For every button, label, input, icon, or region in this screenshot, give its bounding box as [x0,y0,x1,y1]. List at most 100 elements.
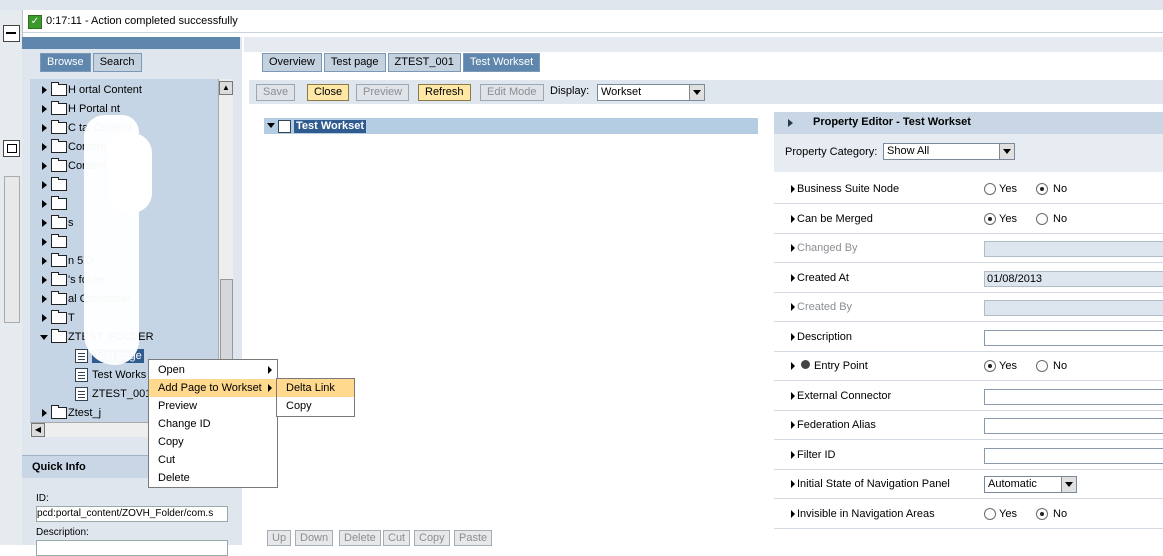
tree-node-label: s [68,217,74,229]
collapsed-arrow-icon[interactable] [42,124,47,132]
context-menu-item[interactable]: Preview [149,397,277,415]
edit-mode-button[interactable]: Edit Mode [480,84,544,101]
collapsed-arrow-icon[interactable] [42,314,47,322]
navigation-state-value: Automatic [988,478,1037,490]
collapsed-arrow-icon[interactable] [42,238,47,246]
expand-arrow-icon[interactable] [791,273,795,282]
tab-test-page[interactable]: Test page [323,53,386,72]
editor-header-bar [244,37,1163,52]
expand-arrow-icon[interactable] [267,123,275,128]
collapsed-arrow-icon[interactable] [42,276,47,284]
radio-no-label: No [1053,507,1068,520]
tree-node[interactable]: H ortal Content [30,81,218,99]
collapsed-arrow-icon[interactable] [42,295,47,303]
chevron-down-icon[interactable] [999,144,1014,159]
collapsed-arrow-icon[interactable] [42,143,47,151]
expand-arrow-icon[interactable] [791,362,795,370]
radio-no[interactable] [1036,183,1048,195]
expand-arrow-icon[interactable] [791,332,795,341]
delete-button[interactable]: Delete [339,530,381,546]
tab-overview[interactable]: Overview [262,53,322,72]
radio-yes[interactable] [984,360,996,372]
paste-button[interactable]: Paste [454,530,493,546]
collapsed-arrow-icon[interactable] [42,409,47,417]
restore-button[interactable] [3,140,20,157]
radio-no[interactable] [1036,212,1048,225]
property-label: Initial State of Navigation Panel [797,478,950,490]
tab-search[interactable]: Search [92,53,142,72]
collapsed-arrow-icon[interactable] [42,257,47,265]
context-menu-item[interactable]: Open [149,361,277,379]
up-button[interactable]: Up [267,530,292,546]
tab-ztest-001[interactable]: ZTEST_001 [387,53,461,72]
collapsed-arrow-icon[interactable] [42,105,47,113]
top-strip [0,0,1163,10]
collapsed-arrow-icon[interactable] [42,162,47,170]
entry-point-icon [801,360,810,369]
property-category-select[interactable]: Show All [883,143,1015,160]
property-row: Created At 01/08/2013 [774,263,1163,293]
property-field [984,300,1163,316]
property-editor-header: Property Editor - Test Workset [774,112,1163,134]
collapsed-arrow-icon[interactable] [42,200,47,208]
radio-yes[interactable] [984,212,996,225]
scroll-up-button[interactable]: ▲ [219,81,233,95]
property-field[interactable] [984,388,1163,405]
property-field[interactable] [984,418,1163,434]
tab-test-workset[interactable]: Test Workset [462,53,541,72]
collapsed-arrow-icon[interactable] [42,219,47,227]
quick-info-description-field[interactable] [36,540,228,556]
expand-arrow-icon[interactable] [791,244,795,252]
workset-root-label[interactable]: Test Workset [294,120,367,133]
down-button[interactable]: Down [295,530,334,546]
radio-yes[interactable] [984,507,996,520]
context-menu-item[interactable]: Delete [149,469,277,487]
property-field[interactable] [984,329,1163,346]
quick-info-id-field[interactable]: pcd:portal_content/ZOVH_Folder/com.s [36,506,228,522]
status-message: 0:17:11 - Action completed successfully [46,15,238,27]
workset-tree-root-row[interactable]: Test Workset [264,118,758,134]
radio-yes[interactable] [984,183,996,195]
cut-button[interactable]: Cut [383,530,411,546]
context-menu-item[interactable]: Cut [149,451,277,469]
expand-arrow-icon[interactable] [791,509,795,518]
collapse-arrow-icon[interactable] [788,119,793,127]
chevron-down-icon[interactable] [1061,477,1076,492]
chevron-down-icon[interactable] [689,85,704,100]
property-row: Initial State of Navigation Panel Automat… [774,469,1163,499]
property-label: External Connector [797,389,892,402]
expand-arrow-icon[interactable] [791,214,795,223]
submenu-item[interactable]: Copy [277,397,354,415]
submenu-item[interactable]: Delta Link [277,379,354,397]
context-menu-item[interactable]: Add Page to Workset [149,379,277,397]
context-menu-item[interactable]: Change ID [149,415,277,433]
outer-scrollbar[interactable] [4,176,20,323]
collapse-button[interactable] [3,25,20,42]
expand-arrow-icon[interactable] [791,480,795,488]
expand-arrow-icon[interactable] [791,421,795,429]
quick-info-id-label: ID: [36,493,49,504]
expand-arrow-icon[interactable] [791,185,795,193]
expand-arrow-icon[interactable] [791,303,795,311]
expand-arrow-icon[interactable] [791,450,795,459]
context-menu-item-label: Preview [158,400,198,412]
context-menu-item[interactable]: Copy [149,433,277,451]
preview-button[interactable]: Preview [356,84,410,101]
property-label: Filter ID [797,448,836,461]
copy-button[interactable]: Copy [414,530,450,546]
navigation-state-select[interactable]: Automatic [984,476,1077,493]
collapsed-arrow-icon[interactable] [42,86,47,94]
tab-browse[interactable]: Browse [40,53,91,72]
save-button[interactable]: Save [256,84,296,101]
workset-icon [278,120,291,133]
radio-no[interactable] [1036,360,1048,372]
property-field[interactable] [984,447,1163,464]
collapsed-arrow-icon[interactable] [42,181,47,189]
expand-arrow-icon[interactable] [791,391,795,400]
radio-no[interactable] [1036,507,1048,520]
close-button[interactable]: Close [307,84,350,101]
display-select[interactable]: Workset [597,84,705,101]
refresh-button[interactable]: Refresh [418,84,471,101]
scroll-left-button[interactable]: ◀ [31,423,45,437]
expanded-arrow-icon[interactable] [40,335,48,340]
